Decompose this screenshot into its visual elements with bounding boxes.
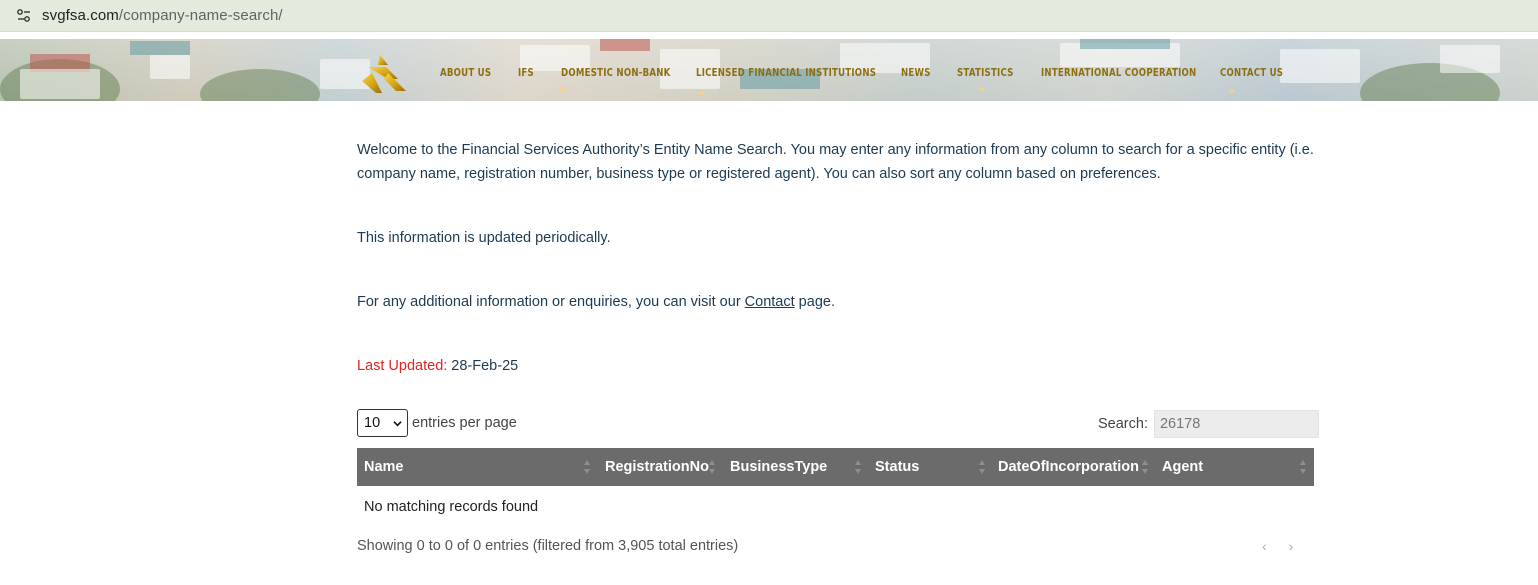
tune-icon[interactable] [16, 8, 32, 24]
nav-ifs[interactable]: IFS [518, 66, 552, 79]
url-path: /company-name-search/ [118, 7, 283, 24]
url-field[interactable]: svgfsa.com/company-name-search/ [42, 7, 283, 24]
fsa-logo-icon[interactable] [358, 51, 408, 95]
column-label: Name [364, 459, 404, 475]
table-search: Search: 26178 [1098, 410, 1319, 438]
browser-address-bar: svgfsa.com/company-name-search/ [0, 0, 1538, 32]
column-header-agent[interactable]: Agent [1162, 448, 1203, 486]
sort-icon [584, 460, 590, 474]
nav-news[interactable]: News [901, 66, 945, 79]
nav-international-cooperation[interactable]: International Cooperation [1041, 66, 1196, 79]
entries-per-page-value: 10 [364, 415, 381, 431]
nav-contact-us[interactable]: Contact Us [1220, 66, 1283, 79]
last-updated-label: Last Updated: [357, 358, 448, 374]
next-page-button[interactable]: › [1289, 538, 1294, 554]
sort-icon [1142, 460, 1148, 474]
search-label: Search: [1098, 416, 1148, 432]
table-info: Showing 0 to 0 of 0 entries (filtered fr… [357, 538, 739, 554]
contact-note-before: For any additional information or enquir… [357, 294, 745, 310]
contact-note-after: page. [794, 294, 835, 310]
contact-link[interactable]: Contact [745, 294, 795, 310]
column-label: Agent [1162, 459, 1204, 475]
pagination: ‹ › [1262, 538, 1293, 554]
column-label: Status [875, 459, 920, 475]
update-note: This information is updated periodically… [357, 230, 611, 246]
sort-icon [1300, 460, 1306, 474]
sort-icon [709, 460, 715, 474]
nav-statistics[interactable]: Statistics [957, 66, 1023, 79]
column-header-businesstype[interactable]: BusinessType [730, 448, 827, 486]
entries-per-page-select[interactable]: 10 [357, 409, 408, 437]
column-label: RegistrationNo [605, 459, 709, 475]
search-input[interactable]: 26178 [1153, 410, 1319, 438]
column-label: DateOfIncorporation [998, 459, 1139, 475]
chevron-down-icon [393, 420, 402, 426]
url-host: svgfsa.com [42, 7, 119, 24]
column-header-name[interactable]: Name [364, 448, 404, 486]
column-header-status[interactable]: Status [875, 448, 919, 486]
main-nav: About Us IFS Domestic Non-Bank Licensed … [440, 66, 1300, 79]
table-header: Name RegistrationNo BusinessType Status … [357, 448, 1314, 486]
column-label: BusinessType [730, 459, 828, 475]
empty-message: No matching records found [364, 499, 539, 515]
entries-per-page-label: entries per page [412, 415, 517, 431]
nav-licensed-financial-institutions[interactable]: Licensed Financial Institutions [696, 66, 876, 79]
last-updated: Last Updated: 28-Feb-25 [357, 354, 518, 378]
search-input-value: 26178 [1159, 416, 1201, 432]
previous-page-button[interactable]: ‹ [1262, 538, 1267, 554]
nav-about-us[interactable]: About Us [440, 66, 501, 79]
nav-domestic-non-bank[interactable]: Domestic Non-Bank [561, 66, 670, 79]
sort-icon [855, 460, 861, 474]
site-header: About Us IFS Domestic Non-Bank Licensed … [0, 39, 1538, 101]
last-updated-value: 28-Feb-25 [451, 358, 519, 374]
column-header-registrationno[interactable]: RegistrationNo [605, 448, 709, 486]
entries-per-page-control: 10 entries per page [357, 409, 517, 437]
sort-icon [979, 460, 985, 474]
column-header-dateofincorporation[interactable]: DateOfIncorporation [998, 448, 1139, 486]
contact-note: For any additional information or enquir… [357, 290, 835, 314]
intro-paragraph: Welcome to the Financial Services Author… [357, 142, 1314, 182]
entity-table: Name RegistrationNo BusinessType Status … [357, 448, 1314, 528]
table-empty-row: No matching records found [357, 486, 1314, 528]
